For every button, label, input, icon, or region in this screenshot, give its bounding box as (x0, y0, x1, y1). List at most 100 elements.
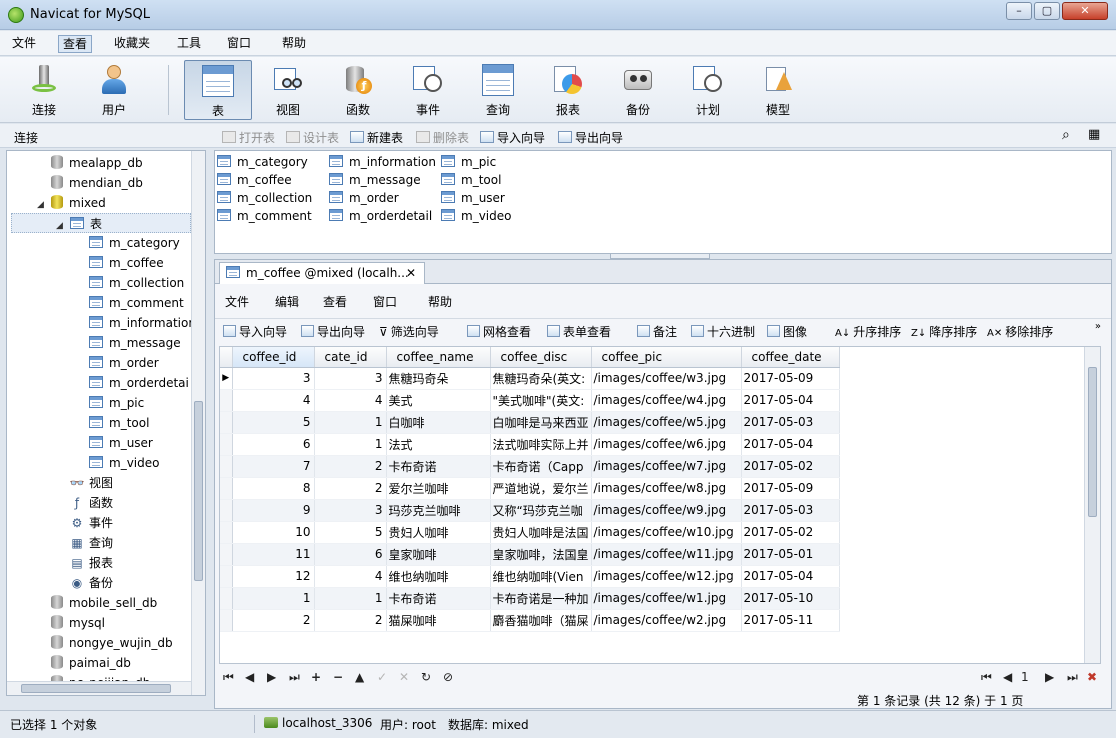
previous-page-button[interactable]: ◀ (1003, 670, 1012, 684)
cell-coffee-date[interactable]: 2017-05-11 (741, 609, 840, 632)
table-row[interactable]: 6 1 法式 法式咖啡实际上并/images/coffee/w6.jpg 2017-05… (220, 433, 840, 456)
page-settings-icon[interactable]: ✖ (1087, 670, 1097, 684)
hex-button[interactable]: 十六进制 (691, 323, 755, 340)
stop-button[interactable]: ⊘ (443, 670, 453, 684)
close-button[interactable]: ✕ (1062, 2, 1108, 20)
last-page-button[interactable]: ⏭ (1067, 670, 1078, 685)
tab-m-coffee[interactable]: m_coffee @mixed (localh... ✕ (219, 262, 425, 284)
cell-coffee-date[interactable]: 2017-05-03 (741, 411, 840, 434)
delete-table-button[interactable]: 删除表 (416, 129, 469, 146)
scrollbar-thumb[interactable] (21, 684, 171, 693)
menu-view[interactable]: 查看 (58, 35, 93, 53)
cell-coffee-pic[interactable]: /images/coffee/w11.jpg (591, 543, 742, 566)
cell-coffee-date[interactable]: 2017-05-04 (741, 565, 840, 588)
cell-coffee-pic[interactable]: /images/coffee/w12.jpg (591, 565, 742, 588)
row-header[interactable]: ▶ (220, 367, 233, 390)
toolbar-overflow-icon[interactable]: » (1095, 321, 1101, 332)
column-header-coffee-pic[interactable]: coffee_pic (591, 347, 742, 368)
tree-db-mobile-sell[interactable]: mobile_sell_db (51, 593, 157, 613)
tree-queries-node[interactable]: ▦ 查询 (69, 533, 113, 553)
cell-coffee-pic[interactable]: /images/coffee/w8.jpg (591, 477, 742, 500)
cell-coffee-name[interactable]: 法式 (386, 433, 491, 456)
cell-cate-id[interactable]: 5 (314, 521, 387, 544)
first-record-button[interactable]: ⏮ (223, 670, 234, 685)
cell-coffee-date[interactable]: 2017-05-04 (741, 433, 840, 456)
object-table-item[interactable]: m_order (329, 189, 399, 207)
tree-db-mixed[interactable]: ◢ mixed (37, 193, 106, 213)
image-button[interactable]: 图像 (767, 323, 807, 340)
tree-table-item[interactable]: m_video (89, 453, 159, 473)
tree-reports-node[interactable]: ▤ 报表 (69, 553, 113, 573)
object-table-item[interactable]: m_message (329, 171, 421, 189)
import-wizard-button[interactable]: 导入向导 (223, 323, 287, 340)
cell-coffee-name[interactable]: 美式 (386, 389, 491, 412)
tree-db-paimai[interactable]: paimai_db (51, 653, 131, 673)
cell-cate-id[interactable]: 2 (314, 477, 387, 500)
row-header[interactable] (220, 609, 233, 632)
column-header-coffee-id[interactable]: coffee_id (232, 347, 315, 368)
report-button[interactable]: 报表 (534, 60, 602, 120)
cell-coffee-disc[interactable]: 严道地说，爱尔兰 (490, 477, 592, 500)
object-table-item[interactable]: m_collection (217, 189, 312, 207)
memo-button[interactable]: 备注 (637, 323, 677, 340)
object-table-item[interactable]: m_category (217, 153, 308, 171)
new-table-button[interactable]: 新建表 (350, 129, 403, 146)
cell-coffee-id[interactable]: 7 (232, 455, 315, 478)
table-row[interactable]: 10 5 贵妇人咖啡 贵妇人咖啡是法国/images/coffee/w10.jpg 20… (220, 521, 840, 544)
import-wizard-button[interactable]: 导入向导 (480, 129, 545, 146)
table-button[interactable]: 表 (184, 60, 252, 120)
cell-coffee-disc[interactable]: 皇家咖啡，法国皇 (490, 543, 592, 566)
tree-db-mendian[interactable]: mendian_db (51, 173, 143, 193)
cell-cate-id[interactable]: 1 (314, 411, 387, 434)
row-header[interactable] (220, 477, 233, 500)
row-header[interactable] (220, 587, 233, 610)
sort-ascending-button[interactable]: A↓ 升序排序 (835, 323, 901, 340)
tree-backups-node[interactable]: ◉ 备份 (69, 573, 113, 593)
cell-coffee-disc[interactable]: 维也纳咖啡(Vien (490, 565, 592, 588)
add-record-button[interactable]: + (311, 670, 321, 684)
cell-coffee-disc[interactable]: 又称“玛莎克兰咖 (490, 499, 592, 522)
cell-coffee-pic[interactable]: /images/coffee/w10.jpg (591, 521, 742, 544)
cell-coffee-disc[interactable]: 卡布奇诺（Capp (490, 455, 592, 478)
cell-coffee-name[interactable]: 焦糖玛奇朵 (386, 367, 491, 390)
cell-coffee-id[interactable]: 11 (232, 543, 315, 566)
table-row[interactable]: 11 6 皇家咖啡 皇家咖啡，法国皇/images/coffee/w11.jpg 201… (220, 543, 840, 566)
cell-coffee-disc[interactable]: 白咖啡是马来西亚 (490, 411, 592, 434)
object-table-item[interactable]: m_pic (441, 153, 496, 171)
cell-coffee-name[interactable]: 白咖啡 (386, 411, 491, 434)
last-record-button[interactable]: ⏭ (289, 670, 300, 685)
tree-table-item[interactable]: m_pic (89, 393, 144, 413)
editor-menu-view[interactable]: 查看 (323, 293, 347, 310)
cell-coffee-pic[interactable]: /images/coffee/w6.jpg (591, 433, 742, 456)
export-wizard-button[interactable]: 导出向导 (558, 129, 623, 146)
cell-coffee-id[interactable]: 10 (232, 521, 315, 544)
cell-coffee-disc[interactable]: 焦糖玛奇朵(英文: (490, 367, 592, 390)
cell-coffee-pic[interactable]: /images/coffee/w5.jpg (591, 411, 742, 434)
object-table-item[interactable]: m_tool (441, 171, 501, 189)
tree-db-mealapp[interactable]: mealapp_db (51, 153, 143, 173)
tree-table-item[interactable]: m_tool (89, 413, 149, 433)
cell-coffee-id[interactable]: 1 (232, 587, 315, 610)
cell-coffee-disc[interactable]: 卡布奇诺是一种加 (490, 587, 592, 610)
column-header-coffee-date[interactable]: coffee_date (741, 347, 840, 368)
user-button[interactable]: 用户 (80, 60, 148, 120)
cell-coffee-disc[interactable]: 贵妇人咖啡是法国 (490, 521, 592, 544)
object-table-item[interactable]: m_information (329, 153, 436, 171)
editor-menu-window[interactable]: 窗口 (373, 293, 397, 310)
grid-view-button[interactable]: 网格查看 (467, 323, 531, 340)
cell-coffee-date[interactable]: 2017-05-09 (741, 477, 840, 500)
menu-window[interactable]: 窗口 (223, 35, 255, 53)
row-header[interactable] (220, 499, 233, 522)
cell-cate-id[interactable]: 1 (314, 433, 387, 456)
cell-coffee-name[interactable]: 贵妇人咖啡 (386, 521, 491, 544)
row-header[interactable] (220, 565, 233, 588)
tree-table-item[interactable]: m_orderdetai (89, 373, 189, 393)
table-row[interactable]: 5 1 白咖啡 白咖啡是马来西亚/images/coffee/w5.jpg 2017-0… (220, 411, 840, 434)
table-row[interactable]: 2 2 猫屎咖啡 麝香猫咖啡（猫屎/images/coffee/w2.jpg 2017-… (220, 609, 840, 632)
cell-coffee-name[interactable]: 猫屎咖啡 (386, 609, 491, 632)
row-header[interactable] (220, 455, 233, 478)
cell-coffee-id[interactable]: 5 (232, 411, 315, 434)
scrollbar-thumb[interactable] (194, 401, 203, 581)
cell-coffee-pic[interactable]: /images/coffee/w1.jpg (591, 587, 742, 610)
object-table-item[interactable]: m_comment (217, 207, 312, 225)
